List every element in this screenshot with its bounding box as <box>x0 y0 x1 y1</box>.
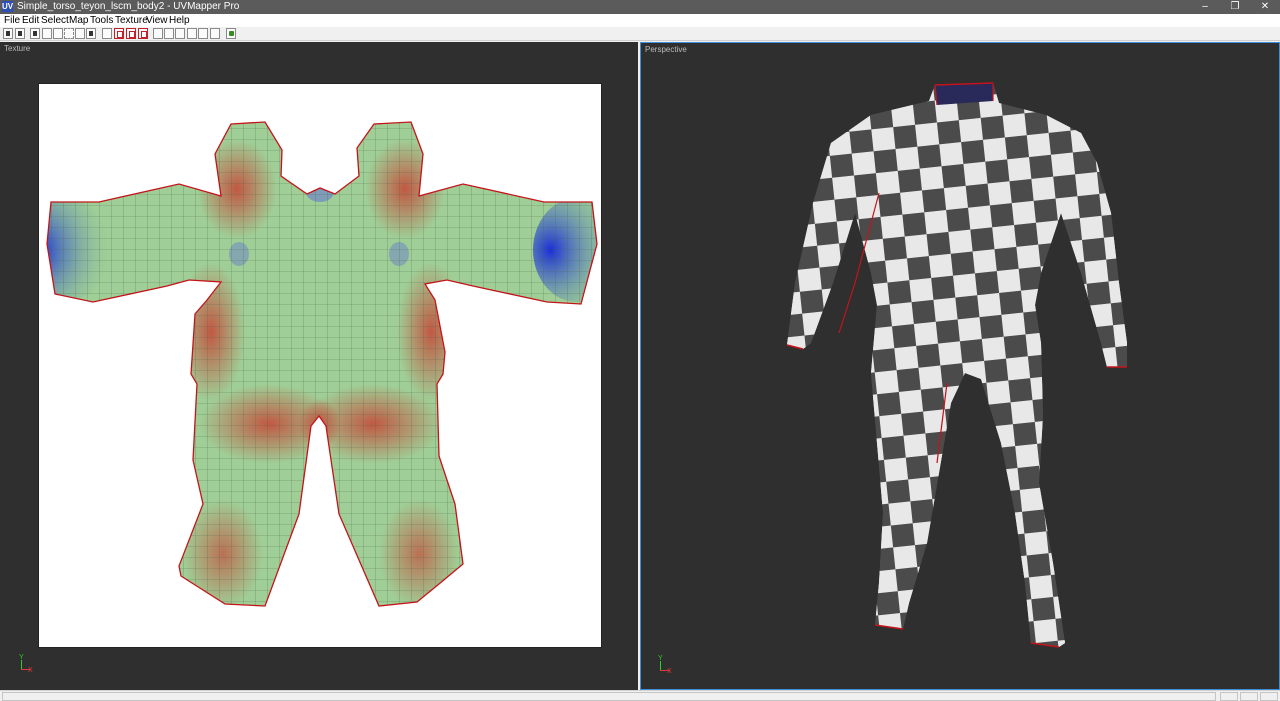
paste-icon[interactable] <box>175 28 185 39</box>
axis-x-label: X <box>28 667 33 674</box>
axis-gizmo: Y X <box>655 655 675 675</box>
open-icon[interactable] <box>3 28 13 39</box>
clear-select-icon[interactable] <box>138 28 148 39</box>
axis-gizmo: Y X <box>16 654 36 674</box>
close-button[interactable]: ✕ <box>1250 0 1280 14</box>
app-window: UV Simple_torso_teyon_lscm_body2 - UVMap… <box>0 0 1280 701</box>
gear-icon[interactable] <box>226 28 236 39</box>
status-pane <box>1260 692 1278 701</box>
status-pane <box>1240 692 1258 701</box>
pointer-icon[interactable] <box>86 28 96 39</box>
box-icon[interactable] <box>153 28 163 39</box>
uv-map-canvas[interactable] <box>38 83 602 648</box>
menu-map[interactable]: Map <box>69 15 88 26</box>
app-logo-icon: UV <box>2 1 14 12</box>
minimize-button[interactable]: – <box>1190 0 1220 14</box>
lasso-icon[interactable] <box>75 28 85 39</box>
sphere-icon[interactable] <box>198 28 208 39</box>
restore-button[interactable]: ❐ <box>1220 0 1250 14</box>
menu-view[interactable]: View <box>146 15 168 26</box>
status-pane-main <box>2 692 1216 701</box>
window-title: Simple_torso_teyon_lscm_body2 - UVMapper… <box>17 1 240 12</box>
deselect-icon[interactable] <box>114 28 124 39</box>
select-dashed-icon[interactable] <box>102 28 112 39</box>
grid-icon[interactable] <box>210 28 220 39</box>
status-bar <box>0 690 1280 701</box>
marquee-icon[interactable] <box>64 28 74 39</box>
axis-x-label: X <box>667 668 672 675</box>
invert-select-icon[interactable] <box>126 28 136 39</box>
menu-file[interactable]: File <box>4 15 20 26</box>
status-pane <box>1220 692 1238 701</box>
texture-viewport[interactable]: Texture Y X <box>0 42 638 690</box>
model-3d-view[interactable] <box>641 43 1279 689</box>
menu-help[interactable]: Help <box>169 15 190 26</box>
perspective-viewport[interactable]: Perspective Y X <box>640 42 1280 690</box>
copy-icon[interactable] <box>164 28 174 39</box>
uv-layout[interactable] <box>39 84 602 648</box>
title-bar: UV Simple_torso_teyon_lscm_body2 - UVMap… <box>0 0 1280 14</box>
menu-edit[interactable]: Edit <box>22 15 39 26</box>
zoom-icon[interactable] <box>53 28 63 39</box>
circle-icon[interactable] <box>187 28 197 39</box>
menu-tools[interactable]: Tools <box>90 15 113 26</box>
menu-select[interactable]: Select <box>41 15 69 26</box>
save-icon[interactable] <box>15 28 25 39</box>
menu-texture[interactable]: Texture <box>115 15 148 26</box>
select-arrow-icon[interactable] <box>30 28 40 39</box>
toolbar <box>0 27 1280 41</box>
pan-hand-icon[interactable] <box>42 28 52 39</box>
viewport-label: Texture <box>4 44 31 53</box>
menu-bar: File Edit Select Map Tools Texture View … <box>0 14 1280 27</box>
